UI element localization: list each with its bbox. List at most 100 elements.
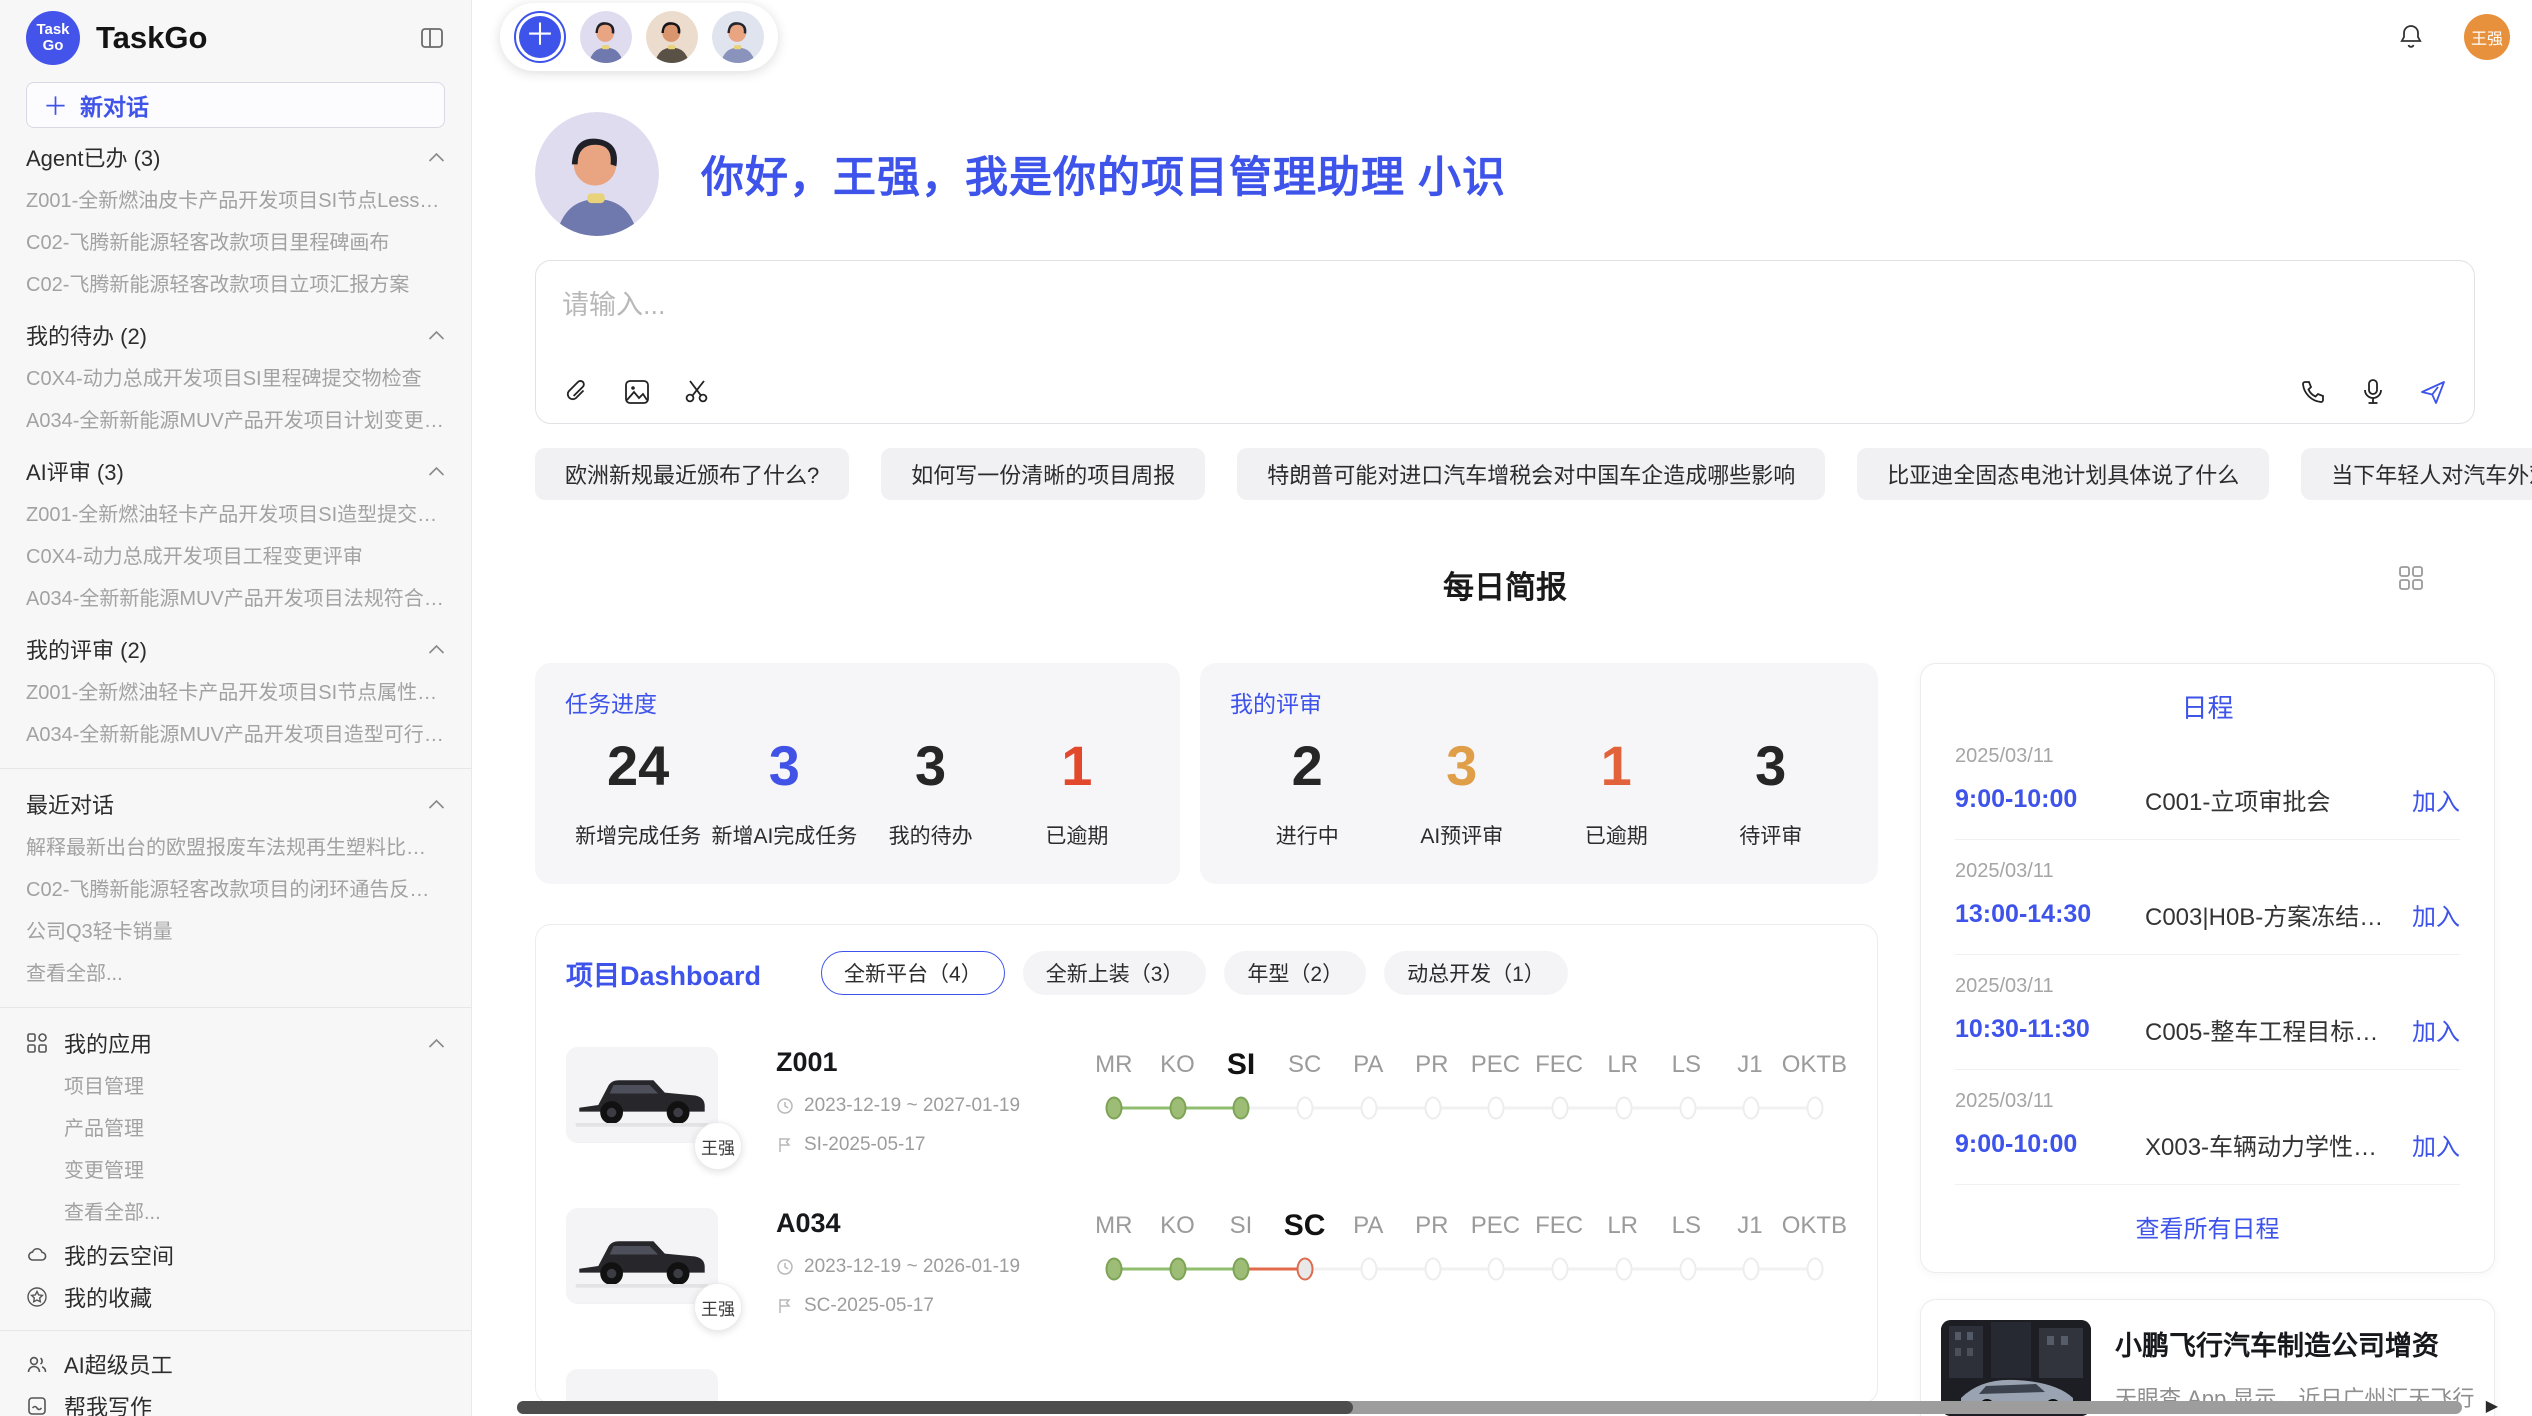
milestone-dot[interactable] bbox=[1105, 1097, 1122, 1120]
milestone-dot[interactable] bbox=[1360, 1258, 1377, 1281]
milestone-dot[interactable] bbox=[1807, 1258, 1824, 1281]
milestone-dot[interactable] bbox=[1233, 1258, 1250, 1281]
list-item[interactable]: C0X4-动力总成开发项目SI里程碑提交物检查 bbox=[26, 358, 445, 400]
milestone-dot[interactable] bbox=[1105, 1258, 1122, 1281]
dashboard-tab[interactable]: 年型（2） bbox=[1224, 951, 1366, 995]
section-my-review[interactable]: 我的评审 (2) bbox=[26, 626, 445, 672]
microphone-icon[interactable] bbox=[2358, 377, 2388, 407]
chevron-up-icon[interactable] bbox=[428, 466, 445, 477]
list-item[interactable]: Z001-全新燃油轻卡产品开发项目SI造型提交物评审 bbox=[26, 494, 445, 536]
milestone-dot[interactable] bbox=[1807, 1097, 1824, 1120]
section-title: 我的待办 (2) bbox=[26, 319, 428, 351]
milestone-dot[interactable] bbox=[1743, 1097, 1760, 1120]
milestone-dot[interactable] bbox=[1552, 1097, 1569, 1120]
stat: 1 已逾期 bbox=[1004, 733, 1150, 850]
list-item[interactable]: C0X4-动力总成开发项目工程变更评审 bbox=[26, 536, 445, 578]
view-all-schedule-link[interactable]: 查看所有日程 bbox=[1955, 1185, 2460, 1252]
section-ai-review[interactable]: AI评审 (3) bbox=[26, 448, 445, 494]
new-chat-button[interactable]: ＋ 新对话 bbox=[26, 82, 445, 128]
dashboard-tabs: 全新平台（4） 全新上装（3） 年型（2） 动总开发（1） bbox=[821, 951, 1568, 995]
milestone-dot[interactable] bbox=[1488, 1097, 1505, 1120]
list-item[interactable]: A034-全新新能源MUV产品开发项目法规符合性评审 bbox=[26, 578, 445, 620]
project-row[interactable]: 王强 Z001 2023-12-19 ~ 2027-01-19 SI-2025-… bbox=[566, 1047, 1847, 1156]
suggestion-chip[interactable]: 比亚迪全固态电池计划具体说了什么 bbox=[1857, 448, 2269, 500]
section-recent-chats[interactable]: 最近对话 bbox=[26, 781, 445, 827]
milestone-dot[interactable] bbox=[1297, 1097, 1314, 1120]
suggestion-chip[interactable]: 特朗普可能对进口汽车增税会对中国车企造成哪些影响 bbox=[1237, 448, 1825, 500]
scrollbar-right-arrow[interactable]: ▶ bbox=[2486, 1396, 2498, 1416]
suggestion-chip[interactable]: 当下年轻人对汽车外观有怎样的喜好趋势 bbox=[2301, 448, 2532, 500]
join-button[interactable]: 加入 bbox=[2412, 1012, 2460, 1047]
join-button[interactable]: 加入 bbox=[2412, 897, 2460, 932]
list-item[interactable]: C02-飞腾新能源轻客改款项目立项汇报方案 bbox=[26, 264, 445, 306]
chevron-up-icon[interactable] bbox=[428, 799, 445, 810]
section-agent-done[interactable]: Agent已办 (3) bbox=[26, 134, 445, 180]
sidebar-item-favorites[interactable]: 我的收藏 bbox=[26, 1276, 445, 1318]
app-item[interactable]: 项目管理 bbox=[26, 1066, 445, 1108]
dashboard-tab[interactable]: 全新上装（3） bbox=[1023, 951, 1207, 995]
layout-grid-icon[interactable] bbox=[2397, 564, 2425, 592]
add-agent-button[interactable]: ＋ bbox=[514, 11, 566, 63]
sidebar-item-ai-super-staff[interactable]: AI超级员工 bbox=[26, 1343, 445, 1385]
join-button[interactable]: 加入 bbox=[2412, 782, 2460, 817]
list-item[interactable]: Z001-全新燃油皮卡产品开发项目SI节点Lesson Learn报告 bbox=[26, 180, 445, 222]
agent-avatar[interactable] bbox=[580, 11, 632, 63]
milestone-dot[interactable] bbox=[1169, 1097, 1186, 1120]
milestone-dot[interactable] bbox=[1615, 1097, 1632, 1120]
milestone-dot[interactable] bbox=[1615, 1258, 1632, 1281]
milestone-dot[interactable] bbox=[1424, 1258, 1441, 1281]
milestone-dot[interactable] bbox=[1424, 1097, 1441, 1120]
sidebar-item-help-me-write[interactable]: 帮我写作 bbox=[26, 1385, 445, 1416]
horizontal-scrollbar[interactable] bbox=[517, 1401, 2462, 1414]
news-card[interactable]: 小鹏飞行汽车制造公司增资 天眼查 App 显示，近日广州汇天飞行汽... bbox=[1920, 1299, 2495, 1416]
schedule-time: 9:00-10:00 bbox=[1955, 1130, 2125, 1159]
user-avatar[interactable]: 王强 bbox=[2464, 14, 2510, 60]
milestone-dot[interactable] bbox=[1488, 1258, 1505, 1281]
send-icon[interactable] bbox=[2418, 377, 2448, 407]
milestone-dot[interactable] bbox=[1743, 1258, 1760, 1281]
list-item[interactable]: C02-飞腾新能源轻客改款项目里程碑画布 bbox=[26, 222, 445, 264]
milestone-dot[interactable] bbox=[1233, 1097, 1250, 1120]
list-item[interactable]: C02-飞腾新能源轻客改款项目的闭环通告反馈情况 bbox=[26, 869, 445, 911]
join-button[interactable]: 加入 bbox=[2412, 1127, 2460, 1162]
app-item[interactable]: 变更管理 bbox=[26, 1150, 445, 1192]
milestone-dot[interactable] bbox=[1169, 1258, 1186, 1281]
agent-avatar[interactable] bbox=[646, 11, 698, 63]
app-item[interactable]: 产品管理 bbox=[26, 1108, 445, 1150]
attachment-icon[interactable] bbox=[562, 377, 592, 407]
list-item[interactable]: 解释最新出台的欧盟报废车法规再生塑料比例被调至15%... bbox=[26, 827, 445, 869]
sidebar-item-cloud-space[interactable]: 我的云空间 bbox=[26, 1234, 445, 1276]
list-item[interactable]: A034-全新新能源MUV产品开发项目造型可行性评审 bbox=[26, 714, 445, 756]
milestone-label: FEC bbox=[1527, 1208, 1591, 1244]
dashboard-tab[interactable]: 动总开发（1） bbox=[1384, 951, 1568, 995]
project-row[interactable]: 王强 A034 2023-12-19 ~ 2026-01-19 SC-2025-… bbox=[566, 1208, 1847, 1317]
chevron-up-icon[interactable] bbox=[428, 1038, 445, 1049]
section-my-todo[interactable]: 我的待办 (2) bbox=[26, 312, 445, 358]
collapse-sidebar-icon[interactable] bbox=[419, 25, 445, 51]
list-item[interactable]: A034-全新新能源MUV产品开发项目计划变更表编写 bbox=[26, 400, 445, 442]
image-icon[interactable] bbox=[622, 377, 652, 407]
scrollbar-thumb[interactable] bbox=[517, 1401, 1353, 1414]
milestone-dot[interactable] bbox=[1679, 1258, 1696, 1281]
suggestion-chip[interactable]: 欧洲新规最近颁布了什么? bbox=[535, 448, 849, 500]
list-item[interactable]: 查看全部... bbox=[26, 953, 445, 995]
list-item[interactable]: 公司Q3轻卡销量 bbox=[26, 911, 445, 953]
chevron-up-icon[interactable] bbox=[428, 330, 445, 341]
notification-bell-icon[interactable] bbox=[2396, 22, 2426, 52]
agent-avatar[interactable] bbox=[712, 11, 764, 63]
milestone-dot[interactable] bbox=[1552, 1258, 1569, 1281]
chevron-up-icon[interactable] bbox=[428, 644, 445, 655]
list-item[interactable]: Z001-全新燃油轻卡产品开发项目SI节点属性5D文件评审 bbox=[26, 672, 445, 714]
dashboard-tab[interactable]: 全新平台（4） bbox=[821, 951, 1005, 995]
chat-input[interactable]: 请输入... bbox=[562, 283, 2448, 322]
milestone-dot[interactable] bbox=[1297, 1258, 1314, 1281]
milestone-dot[interactable] bbox=[1360, 1097, 1377, 1120]
chevron-up-icon[interactable] bbox=[428, 152, 445, 163]
milestone-dot[interactable] bbox=[1679, 1097, 1696, 1120]
phone-icon[interactable] bbox=[2298, 377, 2328, 407]
scissors-icon[interactable] bbox=[682, 377, 712, 407]
app-item[interactable]: 查看全部... bbox=[26, 1192, 445, 1234]
section-my-apps[interactable]: 我的应用 bbox=[26, 1020, 445, 1066]
suggestion-chip[interactable]: 如何写一份清晰的项目周报 bbox=[881, 448, 1205, 500]
project-dates: 2023-12-19 ~ 2027-01-19 bbox=[776, 1095, 1076, 1117]
